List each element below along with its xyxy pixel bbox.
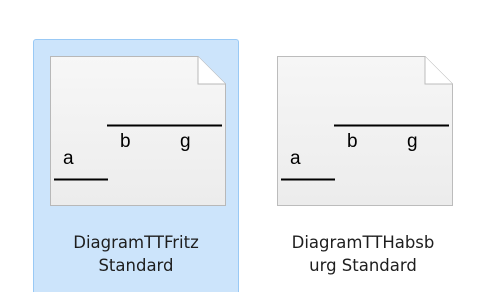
document-page-icon: a b g: [50, 56, 226, 206]
file-name-line-2: Standard: [98, 256, 174, 275]
diagram-letter-a: a: [290, 148, 301, 169]
file-name-line-1: DiagramTTFritz: [73, 233, 199, 252]
diagram-letter-a: a: [63, 148, 74, 169]
file-browser-view: a b g DiagramTTFritz Standard a b g Diag…: [0, 0, 490, 292]
file-thumbnail: a b g: [49, 55, 227, 207]
diagram-letter-g: g: [407, 131, 418, 152]
file-item-diagramtthabsburg-standard[interactable]: a b g DiagramTTHabsb urg Standard: [260, 39, 466, 292]
file-name-line-2: urg Standard: [309, 256, 417, 275]
document-page-icon: a b g: [277, 56, 453, 206]
file-name-line-1: DiagramTTHabsb: [291, 233, 435, 252]
file-name-label: DiagramTTFritz Standard: [34, 231, 238, 277]
file-name-label: DiagramTTHabsb urg Standard: [261, 231, 465, 277]
file-item-diagramttfritz-standard[interactable]: a b g DiagramTTFritz Standard: [33, 39, 239, 292]
file-thumbnail: a b g: [276, 55, 454, 207]
diagram-letter-b: b: [347, 131, 358, 152]
diagram-letter-g: g: [180, 131, 191, 152]
diagram-letter-b: b: [120, 131, 131, 152]
